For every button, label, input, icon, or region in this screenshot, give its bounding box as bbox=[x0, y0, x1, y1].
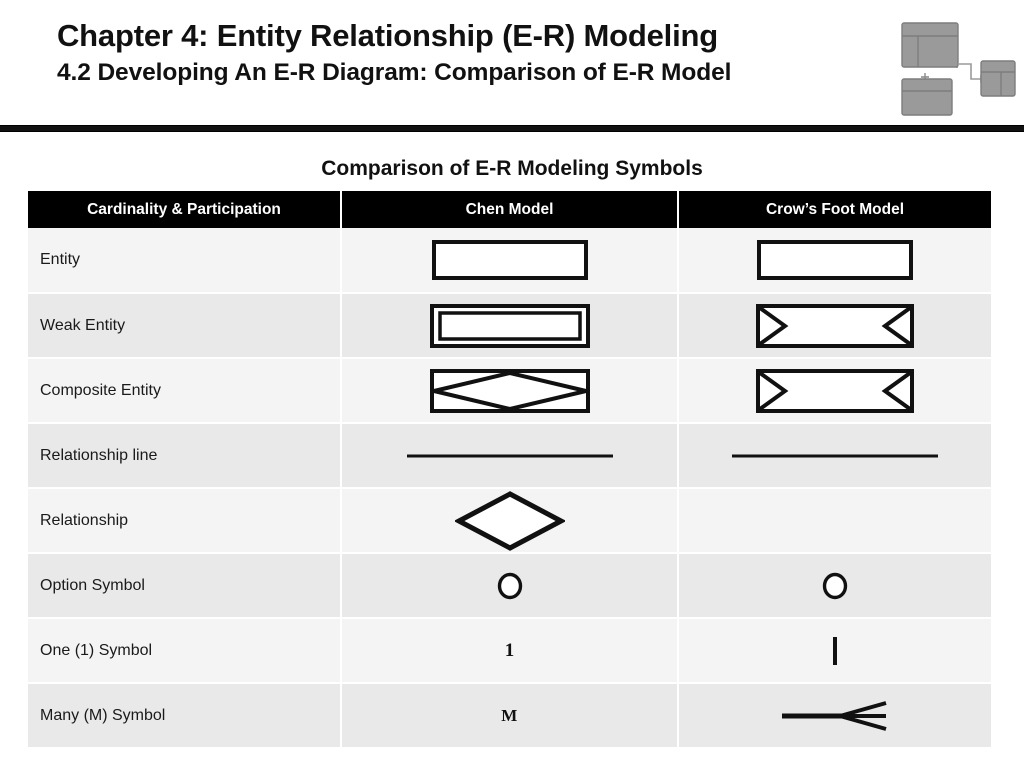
slide-header: Chapter 4: Entity Relationship (E-R) Mod… bbox=[0, 0, 1024, 132]
row-label-relationship: Relationship bbox=[28, 488, 342, 554]
vertical-tick-icon bbox=[833, 636, 837, 665]
chen-symbol-one: 1 bbox=[341, 618, 679, 684]
horizontal-line-icon bbox=[406, 454, 613, 457]
crow-symbol-many bbox=[678, 683, 991, 749]
table-caption: Comparison of E-R Modeling Symbols bbox=[321, 157, 703, 180]
column-header-cardinality: Cardinality & Participation bbox=[28, 191, 342, 228]
table-row: Composite Entity bbox=[28, 358, 991, 424]
crow-symbol-one bbox=[678, 618, 991, 684]
rectangle-corner-diagonals-icon bbox=[756, 368, 914, 413]
comparison-table: Cardinality & Participation Chen Model C… bbox=[28, 191, 991, 749]
column-header-chen-model: Chen Model bbox=[341, 191, 679, 228]
chen-symbol-option bbox=[341, 553, 679, 619]
page-title: Chapter 4: Entity Relationship (E-R) Mod… bbox=[57, 18, 718, 53]
header-text-block: Chapter 4: Entity Relationship (E-R) Mod… bbox=[57, 18, 887, 88]
open-circle-icon bbox=[497, 572, 522, 599]
diamond-icon bbox=[454, 490, 565, 551]
header-divider-rule bbox=[0, 125, 1024, 132]
rectangle-icon bbox=[431, 240, 588, 280]
column-header-crows-foot-model: Crow’s Foot Model bbox=[678, 191, 991, 228]
row-label-relationship-line: Relationship line bbox=[28, 423, 342, 489]
double-rectangle-icon bbox=[429, 303, 590, 348]
crow-symbol-option bbox=[678, 553, 991, 619]
chen-symbol-weak-entity bbox=[341, 293, 679, 359]
row-label-composite-entity: Composite Entity bbox=[28, 358, 342, 424]
row-label-entity: Entity bbox=[28, 228, 342, 294]
one-digit-glyph: 1 bbox=[504, 639, 515, 661]
chen-symbol-composite-entity bbox=[341, 358, 679, 424]
chen-symbol-relationship bbox=[341, 488, 679, 554]
row-label-many-symbol: Many (M) Symbol bbox=[28, 683, 342, 749]
table-row: Relationship line bbox=[28, 423, 991, 489]
table-row: Entity bbox=[28, 228, 991, 294]
open-circle-icon bbox=[822, 572, 848, 599]
rectangle-corner-diagonals-icon bbox=[756, 303, 914, 348]
chen-symbol-relationship-line bbox=[341, 423, 679, 489]
table-row: Weak Entity bbox=[28, 293, 991, 359]
crows-foot-icon bbox=[782, 700, 887, 731]
horizontal-line-icon bbox=[732, 454, 938, 457]
row-label-weak-entity: Weak Entity bbox=[28, 293, 342, 359]
row-label-one-symbol: One (1) Symbol bbox=[28, 618, 342, 684]
table-row: Relationship bbox=[28, 488, 991, 554]
crow-symbol-weak-entity bbox=[678, 293, 991, 359]
table-row: One (1) Symbol 1 bbox=[28, 618, 991, 684]
crow-symbol-composite-entity bbox=[678, 358, 991, 424]
crow-symbol-relationship-line bbox=[678, 423, 991, 489]
rectangle-icon bbox=[757, 240, 913, 280]
crow-symbol-entity bbox=[678, 228, 991, 294]
rectangle-inscribed-diamond-icon bbox=[429, 368, 590, 413]
crow-symbol-relationship-none bbox=[678, 488, 991, 554]
many-letter-glyph: M bbox=[501, 705, 518, 725]
row-label-option-symbol: Option Symbol bbox=[28, 553, 342, 619]
er-diagram-icon bbox=[901, 22, 1016, 116]
chen-symbol-entity bbox=[341, 228, 679, 294]
page-subtitle: 4.2 Developing An E-R Diagram: Compariso… bbox=[57, 58, 732, 86]
table-header-row: Cardinality & Participation Chen Model C… bbox=[28, 191, 991, 228]
chen-symbol-many: M bbox=[341, 683, 679, 749]
table-row: Many (M) Symbol M bbox=[28, 683, 991, 749]
table-row: Option Symbol bbox=[28, 553, 991, 619]
